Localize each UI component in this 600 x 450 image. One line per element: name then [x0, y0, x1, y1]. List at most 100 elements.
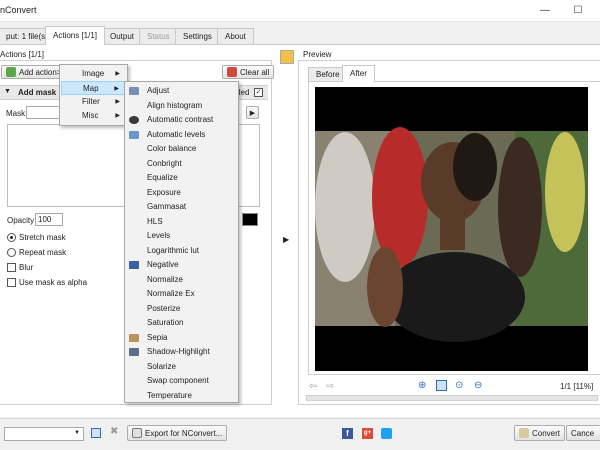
- menu-item-image[interactable]: Image ▶: [61, 67, 126, 81]
- menu-item-image-label: Image: [82, 69, 105, 78]
- maximize-button[interactable]: ☐: [563, 3, 593, 19]
- negative-icon: [129, 261, 139, 269]
- map-item-label: Normalize: [147, 274, 184, 284]
- map-item-temperature[interactable]: Temperature: [126, 389, 237, 403]
- map-item-equalize[interactable]: Equalize: [126, 171, 237, 185]
- cancel-button[interactable]: Cance: [566, 425, 600, 441]
- submenu-arrow-icon: ▶: [115, 113, 120, 119]
- tab-after[interactable]: After: [342, 65, 375, 82]
- page-info: 1/1 [11%]: [560, 382, 594, 391]
- menu-item-misc-label: Misc: [82, 111, 99, 120]
- map-item-label: Solarize: [147, 361, 176, 371]
- map-item-negative[interactable]: Negative: [126, 258, 237, 272]
- map-item-label: Color balance: [147, 144, 197, 153]
- map-item-normalize-ex[interactable]: Normalize Ex: [126, 287, 237, 301]
- bottom-bar: ▼ ✖ Export for NConvert... f g+ Convert …: [0, 418, 600, 450]
- delete-icon[interactable]: ✖: [110, 426, 118, 437]
- add-action-menu: Image ▶ Map ▶ Filter ▶ Misc ▶: [59, 64, 128, 126]
- menu-item-map[interactable]: Map ▶: [61, 81, 126, 95]
- googleplus-icon[interactable]: g+: [362, 428, 373, 439]
- previous-arrow-icon[interactable]: ⇦: [309, 381, 317, 392]
- submenu-arrow-icon: ▶: [115, 99, 120, 105]
- map-item-label: Sepia: [147, 332, 168, 342]
- use-mask-as-alpha-checkbox[interactable]: [7, 278, 16, 287]
- add-icon: [6, 67, 16, 77]
- map-item-label: Exposure: [147, 187, 181, 197]
- fit-window-icon[interactable]: [436, 380, 447, 391]
- map-item-levels[interactable]: Levels: [126, 229, 237, 243]
- section-title: Add mask: [18, 88, 57, 97]
- mask-input[interactable]: [26, 106, 60, 119]
- tab-about[interactable]: About: [217, 28, 254, 44]
- repeat-mask-radio[interactable]: [7, 248, 16, 257]
- opacity-input[interactable]: 100: [35, 213, 63, 226]
- enabled-checkbox[interactable]: ✓: [254, 88, 263, 97]
- next-arrow-icon[interactable]: ⇨: [326, 381, 334, 392]
- export-button[interactable]: Export for NConvert...: [127, 425, 228, 441]
- map-item-saturation[interactable]: Saturation: [126, 316, 237, 330]
- menu-item-misc[interactable]: Misc ▶: [61, 109, 126, 123]
- menu-item-filter[interactable]: Filter ▶: [61, 95, 126, 109]
- map-item-label: Posterize: [147, 303, 181, 313]
- add-action-button[interactable]: Add action>: [1, 65, 67, 79]
- preview-label: Preview: [303, 50, 332, 59]
- mask-label: Mask: [6, 109, 26, 118]
- stretch-mask-radio[interactable]: [7, 233, 16, 242]
- map-item-label: Normalize Ex: [147, 289, 195, 298]
- opacity-label: Opacity: [7, 216, 35, 225]
- chevron-down-icon: ▼: [74, 430, 80, 436]
- use-mask-as-alpha-label: Use mask as alpha: [19, 278, 88, 287]
- cancel-label: Cance: [571, 428, 595, 438]
- map-item-label: Gammasat: [147, 202, 187, 211]
- tab-status[interactable]: Status: [139, 28, 178, 44]
- convert-button[interactable]: Convert: [514, 425, 566, 441]
- zoom-actual-icon[interactable]: ⊙: [455, 380, 463, 391]
- map-item-solarize[interactable]: Solarize: [126, 360, 237, 374]
- blur-checkbox[interactable]: [7, 263, 16, 272]
- clear-all-button[interactable]: Clear all: [222, 65, 275, 79]
- twitter-icon[interactable]: [381, 428, 392, 439]
- apply-arrow-icon[interactable]: ▶: [283, 235, 289, 244]
- tab-settings[interactable]: Settings: [175, 28, 220, 44]
- preset-select[interactable]: ▼: [4, 427, 84, 441]
- map-item-hls[interactable]: HLS: [126, 215, 237, 229]
- tab-actions[interactable]: Actions [1/1]: [45, 26, 106, 45]
- map-item-adjust[interactable]: Adjust: [126, 84, 237, 98]
- facebook-icon[interactable]: f: [342, 428, 353, 439]
- map-item-sepia[interactable]: Sepia: [126, 331, 237, 345]
- map-item-exposure[interactable]: Exposure: [126, 186, 237, 200]
- map-item-posterize[interactable]: Posterize: [126, 302, 237, 316]
- map-item-label: HLS: [147, 216, 163, 226]
- map-item-swap-component[interactable]: Swap component: [126, 374, 237, 388]
- stretch-mask-label: Stretch mask: [19, 233, 66, 242]
- zoom-in-icon[interactable]: ⊕: [418, 380, 426, 391]
- map-item-align-histogram[interactable]: Align histogram: [126, 99, 237, 113]
- map-item-conbright[interactable]: Conbright: [126, 157, 237, 171]
- repeat-mask-label: Repeat mask: [19, 248, 67, 257]
- tab-output[interactable]: Output: [102, 28, 143, 44]
- map-item-shadow-highlight[interactable]: Shadow-Highlight: [126, 345, 237, 359]
- preview-toggle-icon[interactable]: [280, 50, 294, 64]
- preview-scrollbar[interactable]: [306, 395, 598, 401]
- map-item-normalize[interactable]: Normalize: [126, 273, 237, 287]
- map-item-label: Saturation: [147, 318, 184, 327]
- convert-label: Convert: [532, 428, 561, 438]
- map-item-color-balance[interactable]: Color balance: [126, 142, 237, 156]
- collapse-arrow-icon[interactable]: ▼: [4, 88, 11, 95]
- map-item-label: Levels: [147, 231, 171, 240]
- save-icon[interactable]: [91, 428, 101, 438]
- actions-header: Actions [1/1]: [0, 50, 45, 59]
- mask-next-button[interactable]: ▶: [246, 106, 259, 119]
- map-item-automatic-levels[interactable]: Automatic levels: [126, 128, 237, 142]
- submenu-arrow-icon: ▶: [115, 71, 120, 77]
- menu-item-filter-label: Filter: [82, 97, 100, 106]
- map-item-label: Conbright: [147, 158, 182, 168]
- menu-item-map-label: Map: [83, 84, 99, 93]
- map-item-gammasat[interactable]: Gammasat: [126, 200, 237, 214]
- minimize-button[interactable]: —: [530, 3, 560, 19]
- zoom-out-icon[interactable]: ⊖: [474, 380, 482, 391]
- map-item-automatic-contrast[interactable]: Automatic contrast: [126, 113, 237, 127]
- adjust-icon: [129, 87, 139, 95]
- mask-color-swatch[interactable]: [242, 213, 258, 226]
- map-item-logarithmic-lut[interactable]: Logarithmic lut: [126, 244, 237, 258]
